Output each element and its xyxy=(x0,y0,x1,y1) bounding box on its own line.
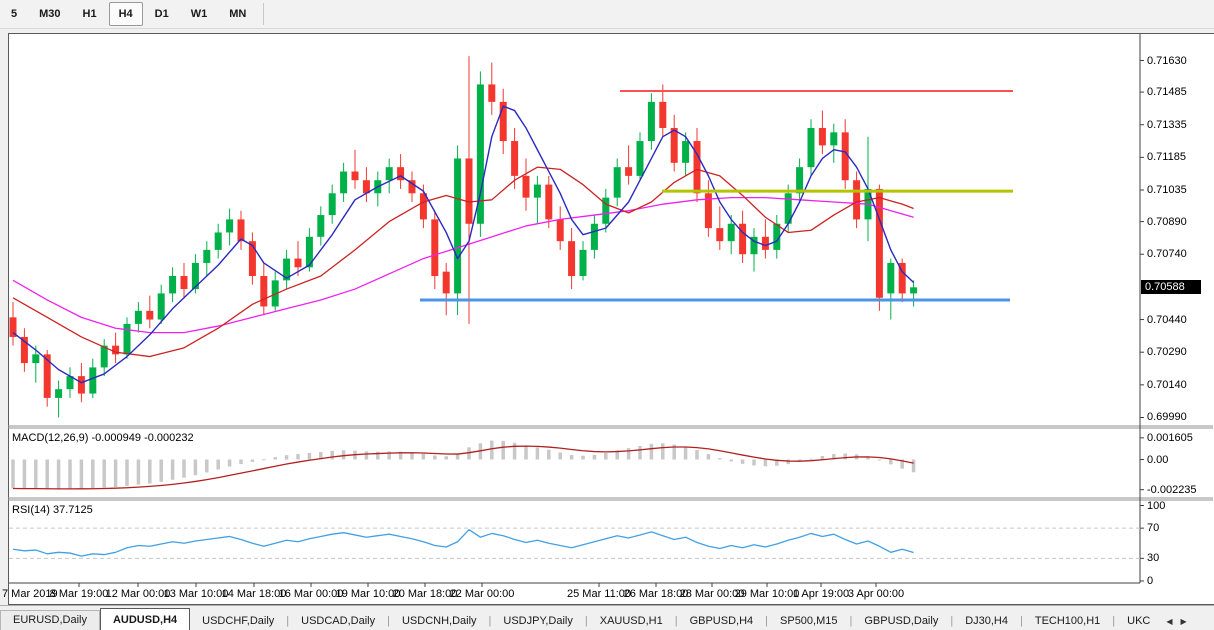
time-axis-label: 12 Mar 00:00 xyxy=(106,588,171,600)
price-axis-tick: 0.71630 xyxy=(1147,55,1187,67)
macd-axis-tick: -0.002235 xyxy=(1147,484,1197,496)
chart-canvas[interactable] xyxy=(0,0,1214,630)
time-axis-label: 1 Apr 19:00 xyxy=(793,588,849,600)
chart-tab-xauusd-h1[interactable]: XAUUSD,H1 xyxy=(588,612,675,630)
time-axis-label: 19 Mar 10:00 xyxy=(336,588,401,600)
chart-tab-usdcad-daily[interactable]: USDCAD,Daily xyxy=(289,612,387,630)
chart-tab-gbpusd-h4[interactable]: GBPUSD,H4 xyxy=(678,612,766,630)
chart-tab-usdchf-daily[interactable]: USDCHF,Daily xyxy=(190,612,286,630)
time-axis-label: 25 Mar 11:00 xyxy=(567,588,631,600)
current-price-badge: 0.70588 xyxy=(1141,280,1201,294)
macd-axis-tick: 0.00 xyxy=(1147,454,1168,466)
chart-tab-ukc[interactable]: UKC xyxy=(1115,612,1162,630)
price-axis-tick: 0.70290 xyxy=(1147,346,1187,358)
tab-scroll-right-button[interactable]: ▶ xyxy=(1177,612,1191,630)
tab-scroll-left-button[interactable]: ◀ xyxy=(1162,612,1176,630)
price-axis-tick: 0.70440 xyxy=(1147,314,1187,326)
price-axis-tick: 0.71485 xyxy=(1147,86,1187,98)
chart-tab-dj30-h4[interactable]: DJ30,H4 xyxy=(953,612,1020,630)
rsi-axis-tick: 30 xyxy=(1147,552,1159,564)
price-axis-tick: 0.70890 xyxy=(1147,216,1187,228)
macd-indicator-label: MACD(12,26,9) -0.000949 -0.000232 xyxy=(12,432,194,444)
price-axis-tick: 0.70740 xyxy=(1147,248,1187,260)
price-axis-tick: 0.71335 xyxy=(1147,119,1187,131)
time-axis-label: 14 Mar 18:00 xyxy=(222,588,287,600)
time-axis-label: 29 Mar 10:00 xyxy=(735,588,800,600)
rsi-indicator-label: RSI(14) 37.7125 xyxy=(12,504,93,516)
time-axis-label: 16 Mar 00:00 xyxy=(279,588,344,600)
price-axis-tick: 0.71185 xyxy=(1147,151,1186,163)
rsi-axis-tick: 100 xyxy=(1147,500,1165,512)
chart-tab-tech100-h1[interactable]: TECH100,H1 xyxy=(1023,612,1112,630)
rsi-axis-tick: 0 xyxy=(1147,575,1153,587)
chart-tab-sp500-m15[interactable]: SP500,M15 xyxy=(768,612,849,630)
time-axis-label: 20 Mar 18:00 xyxy=(393,588,458,600)
chart-tab-usdjpy-daily[interactable]: USDJPY,Daily xyxy=(491,612,585,630)
macd-axis-tick: 0.001605 xyxy=(1147,432,1193,444)
chart-tab-gbpusd-daily[interactable]: GBPUSD,Daily xyxy=(852,612,950,630)
time-axis-label: 3 Apr 00:00 xyxy=(848,588,904,600)
rsi-axis-tick: 70 xyxy=(1147,522,1159,534)
chart-tab-eurusd-daily[interactable]: EURUSD,Daily xyxy=(0,610,100,630)
chart-tab-audusd-h4[interactable]: AUDUSD,H4 xyxy=(100,608,190,630)
price-axis-tick: 0.70140 xyxy=(1147,379,1187,391)
time-axis-label: 13 Mar 10:00 xyxy=(164,588,229,600)
chart-tab-usdcnh-daily[interactable]: USDCNH,Daily xyxy=(390,612,489,630)
chart-tab-bar: EURUSD,DailyAUDUSD,H4USDCHF,Daily|USDCAD… xyxy=(0,605,1214,630)
mt4-window: 5M30H1H4D1W1MN ▲AUDUSD,H4 0.70604 0.7060… xyxy=(0,0,1214,630)
time-axis-label: 8 Mar 19:00 xyxy=(50,588,109,600)
price-axis-tick: 0.69990 xyxy=(1147,411,1187,423)
time-axis-label: 22 Mar 00:00 xyxy=(450,588,515,600)
price-axis-tick: 0.71035 xyxy=(1147,184,1187,196)
